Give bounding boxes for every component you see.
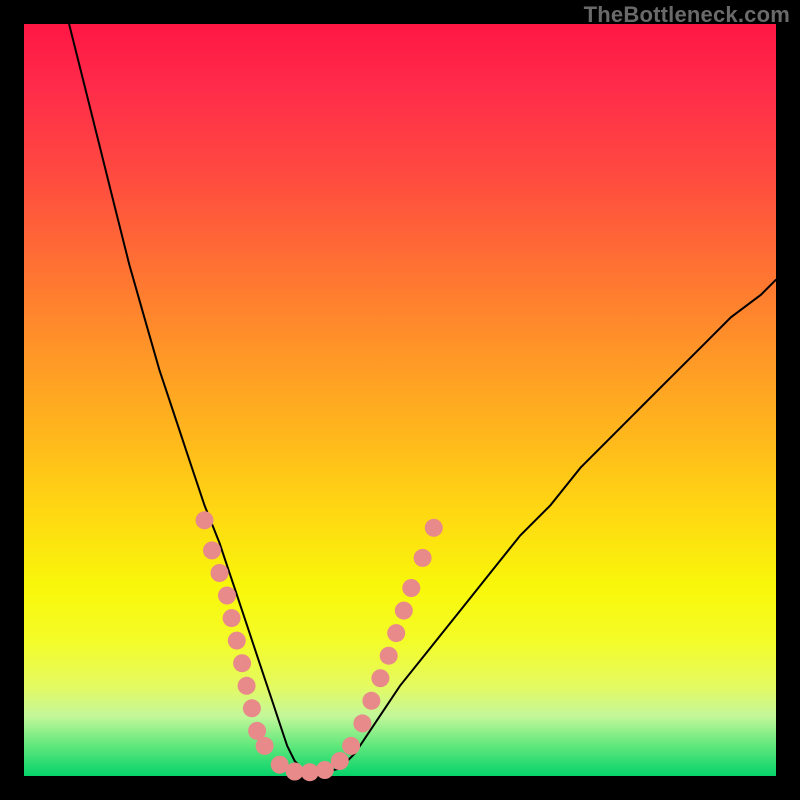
marker-cluster — [414, 549, 432, 567]
marker-cluster — [425, 519, 443, 537]
marker-cluster — [316, 761, 334, 779]
marker-cluster — [402, 579, 420, 597]
marker-cluster — [342, 737, 360, 755]
marker-cluster — [371, 669, 389, 687]
chart-svg — [24, 24, 776, 776]
marker-cluster — [238, 677, 256, 695]
curve-primary — [69, 24, 776, 772]
marker-cluster — [380, 647, 398, 665]
marker-layer — [196, 511, 443, 781]
marker-cluster — [395, 602, 413, 620]
curve-layer — [69, 24, 776, 772]
marker-cluster — [203, 541, 221, 559]
marker-cluster — [211, 564, 229, 582]
marker-cluster — [233, 654, 251, 672]
marker-cluster — [228, 632, 246, 650]
marker-cluster — [196, 511, 214, 529]
marker-cluster — [256, 737, 274, 755]
marker-cluster — [218, 587, 236, 605]
marker-cluster — [362, 692, 380, 710]
marker-cluster — [387, 624, 405, 642]
marker-cluster — [223, 609, 241, 627]
marker-cluster — [243, 699, 261, 717]
marker-cluster — [353, 714, 371, 732]
marker-cluster — [331, 752, 349, 770]
watermark-text: TheBottleneck.com — [584, 2, 790, 28]
